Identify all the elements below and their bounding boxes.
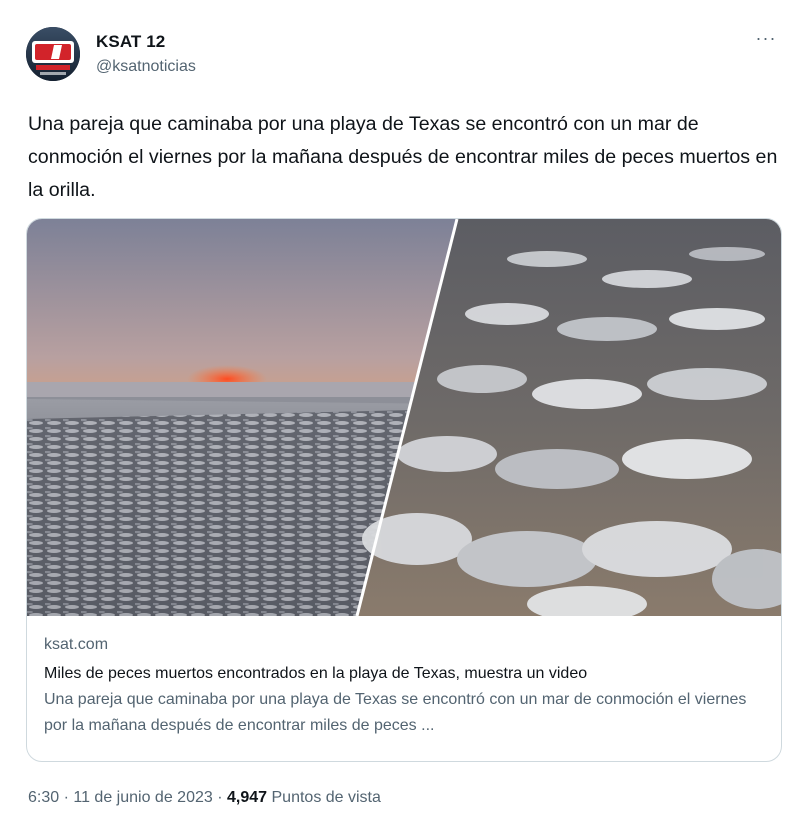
card-meta: ksat.com Miles de peces muertos encontra…	[44, 633, 764, 739]
avatar[interactable]	[26, 27, 80, 81]
link-card[interactable]: ksat.com Miles de peces muertos encontra…	[26, 218, 782, 762]
tweet-time-link[interactable]: 6:30 · 11 de junio de 2023	[28, 789, 213, 806]
tweet-time: 6:30	[28, 789, 60, 806]
separator: ·	[217, 789, 223, 806]
views-count: 4,947	[227, 789, 268, 806]
tweet-date: 11 de junio de 2023	[73, 789, 213, 806]
dead-fish-beach-photo	[27, 219, 781, 616]
tweet: KSAT 12 @ksatnoticias ··· Una pareja que…	[0, 0, 800, 830]
separator: ·	[63, 789, 69, 806]
card-image[interactable]	[27, 219, 781, 616]
author-name[interactable]: KSAT 12	[96, 32, 165, 52]
more-horizontal-icon[interactable]: ···	[752, 28, 780, 48]
card-description: Una pareja que caminaba por una playa de…	[44, 691, 747, 734]
card-title[interactable]: Miles de peces muertos encontrados en la…	[44, 661, 764, 687]
ksat-logo-icon	[26, 27, 80, 81]
tweet-text: Una pareja que caminaba por una playa de…	[28, 113, 778, 201]
views-label: Puntos de vista	[271, 789, 381, 806]
author-handle[interactable]: @ksatnoticias	[96, 58, 196, 76]
tweet-meta: 6:30 · 11 de junio de 2023 · 4,947 Punto…	[28, 789, 381, 807]
card-domain[interactable]: ksat.com	[44, 633, 764, 657]
